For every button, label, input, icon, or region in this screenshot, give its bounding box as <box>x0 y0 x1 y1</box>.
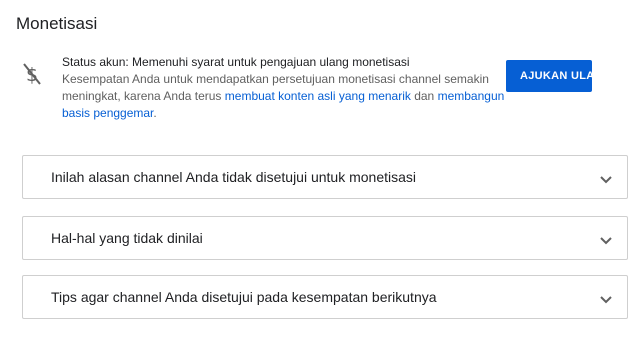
status-line: Status akun: Memenuhi syarat untuk penga… <box>62 55 410 69</box>
panel-label: Tips agar channel Anda disetujui pada ke… <box>51 289 437 305</box>
description-text: . <box>153 106 157 120</box>
no-money-icon: $ <box>22 61 42 87</box>
description-text: dan <box>410 89 438 103</box>
expansion-panel-not-evaluated[interactable]: Hal-hal yang tidak dinilai <box>22 216 628 260</box>
account-status-section: $ Status akun: Memenuhi syarat untuk pen… <box>22 54 622 126</box>
expansion-panel-tips[interactable]: Tips agar channel Anda disetujui pada ke… <box>22 275 628 319</box>
status-text-block: Status akun: Memenuhi syarat untuk penga… <box>62 54 506 122</box>
chevron-down-icon[interactable] <box>599 233 613 245</box>
status-description: Kesempatan Anda untuk mendapatkan perset… <box>62 71 506 122</box>
expansion-panel-rejection-reasons[interactable]: Inilah alasan channel Anda tidak disetuj… <box>22 155 628 199</box>
create-original-content-link[interactable]: membuat konten asli yang menarik <box>225 89 411 103</box>
panel-label: Hal-hal yang tidak dinilai <box>51 230 203 246</box>
chevron-down-icon[interactable] <box>599 172 613 184</box>
reapply-button[interactable]: AJUKAN ULANG <box>506 60 592 92</box>
panel-label: Inilah alasan channel Anda tidak disetuj… <box>51 169 417 185</box>
chevron-down-icon[interactable] <box>599 292 613 304</box>
page-title: Monetisasi <box>16 14 98 33</box>
